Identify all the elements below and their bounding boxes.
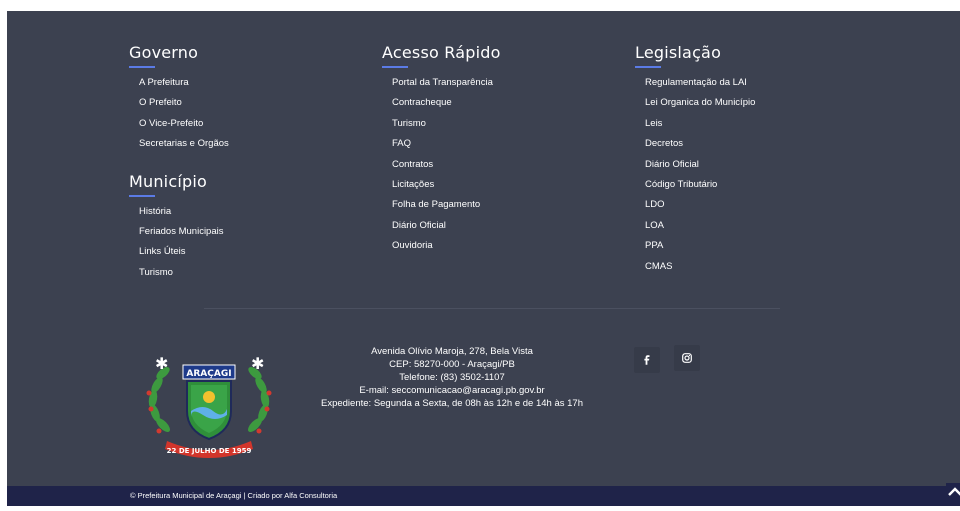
scroll-to-top-button[interactable] [946,483,960,506]
acesso-rapido-section: Acesso Rápido Portal da Transparência Co… [382,43,501,256]
footer-divider [204,308,780,309]
copyright-text: © Prefeitura Municipal de Araçagi | Cria… [130,491,338,500]
address-cep: CEP: 58270-000 - Araçagi/PB [389,359,515,370]
legislacao-heading: Legislação [635,43,722,62]
link-secretarias-e-orgaos[interactable]: Secretarias e Orgãos [139,138,229,149]
link-diario-oficial[interactable]: Diário Oficial [392,220,446,231]
heading-underline [635,66,661,68]
link-diario-oficial[interactable]: Diário Oficial [645,159,699,170]
municipio-links: História Feriados Municipais Links Úteis… [139,201,229,283]
governo-section: Governo A Prefeitura O Prefeito O Vice-P… [129,43,229,282]
legislacao-section: Legislação Regulamentação da LAI Lei Org… [635,43,755,276]
heading-underline [129,66,155,68]
link-turismo[interactable]: Turismo [139,267,173,278]
heading-underline [129,194,155,197]
facebook-icon [644,355,650,365]
link-leis[interactable]: Leis [645,118,662,129]
footer-bottom-bar: © Prefeitura Municipal de Araçagi | Cria… [7,486,960,506]
link-a-prefeitura[interactable]: A Prefeitura [139,77,189,88]
link-ldo[interactable]: LDO [645,199,665,210]
link-faq[interactable]: FAQ [392,138,411,149]
instagram-button[interactable] [674,345,700,371]
link-contracheque[interactable]: Contracheque [392,97,452,108]
site-footer: Governo A Prefeitura O Prefeito O Vice-P… [7,11,960,486]
governo-heading: Governo [129,43,199,62]
svg-text:✱: ✱ [155,354,168,373]
link-portal-transparencia[interactable]: Portal da Transparência [392,77,493,88]
address-street: Avenida Olívio Maroja, 278, Bela Vista [371,346,533,357]
link-decretos[interactable]: Decretos [645,138,683,149]
link-links-uteis[interactable]: Links Úteis [139,246,185,257]
svg-text:✱: ✱ [251,354,264,373]
link-regulamentacao-lai[interactable]: Regulamentação da LAI [645,77,747,88]
acesso-rapido-heading: Acesso Rápido [382,43,501,62]
legislacao-links: Regulamentação da LAI Lei Organica do Mu… [645,72,755,276]
link-feriados-municipais[interactable]: Feriados Municipais [139,226,223,237]
link-ppa[interactable]: PPA [645,240,663,251]
acesso-rapido-links: Portal da Transparência Contracheque Tur… [392,72,501,256]
address-phone: Telefone: (83) 3502-1107 [399,372,505,383]
link-historia[interactable]: História [139,206,171,217]
link-loa[interactable]: LOA [645,220,664,231]
link-o-prefeito[interactable]: O Prefeito [139,97,182,108]
logo-name: ARAÇAGI [186,369,231,379]
link-folha-pagamento[interactable]: Folha de Pagamento [392,199,480,210]
link-lei-organica[interactable]: Lei Organica do Município [645,97,755,108]
link-turismo[interactable]: Turismo [392,118,426,129]
chevron-up-icon [948,487,960,496]
link-ouvidoria[interactable]: Ouvidoria [392,240,433,251]
address-email: E-mail: seccomunicacao@aracagi.pb.gov.br [359,385,545,396]
link-contratos[interactable]: Contratos [392,159,433,170]
facebook-button[interactable] [634,347,660,373]
link-licitacoes[interactable]: Licitações [392,179,434,190]
governo-links: A Prefeitura O Prefeito O Vice-Prefeito … [139,72,229,154]
municipio-heading: Município [129,171,207,191]
link-cmas[interactable]: CMAS [645,261,672,272]
link-codigo-tributario[interactable]: Código Tributário [645,179,717,190]
link-o-vice-prefeito[interactable]: O Vice-Prefeito [139,118,203,129]
heading-underline [382,66,408,68]
instagram-icon [682,353,692,363]
logo-date-ribbon: 22 DE JULHO DE 1959 [167,447,252,455]
contact-address: Avenida Olívio Maroja, 278, Bela Vista C… [307,345,597,410]
municipal-coat-of-arms-logo: ✱ ✱ ARAÇAGI 22 DE JULHO DE 1959 [133,339,285,465]
address-hours: Expediente: Segunda a Sexta, de 08h às 1… [321,398,583,409]
